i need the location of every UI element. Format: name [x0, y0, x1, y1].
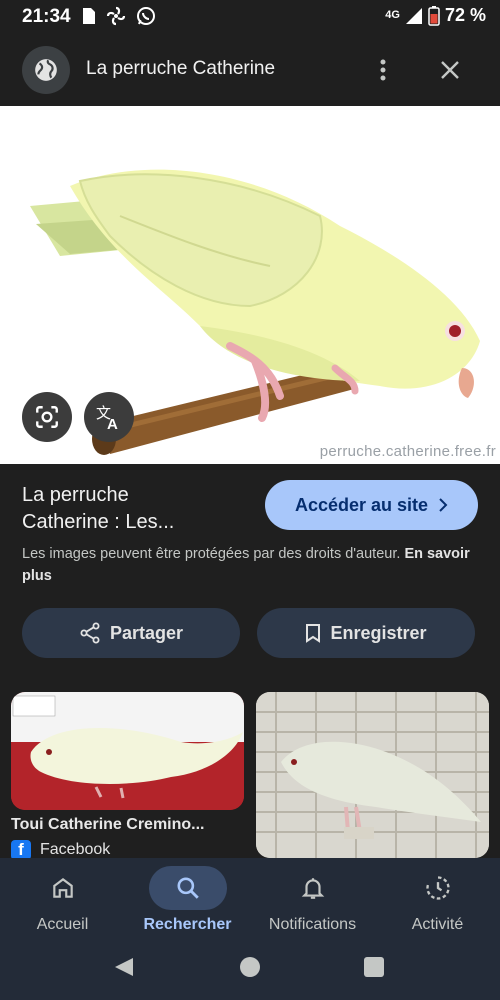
related-image-1[interactable] — [11, 692, 244, 810]
translate-icon: 文A — [96, 405, 118, 431]
related-image-2[interactable] — [256, 692, 489, 858]
battery-icon — [428, 5, 440, 26]
system-navigation — [0, 940, 500, 1000]
nav-home-icon-container — [24, 866, 102, 910]
nav-search-label: Rechercher — [143, 916, 232, 933]
visit-site-label: Accéder au site — [294, 494, 429, 515]
related-source-label: Facebook — [40, 841, 111, 858]
copyright-notice: Les images peuvent être protégées par de… — [22, 543, 482, 587]
site-info-button[interactable] — [22, 46, 70, 94]
status-right: 4G 72 % — [385, 5, 486, 26]
save-label: Enregistrer — [330, 622, 427, 643]
related-title-1[interactable]: Toui Catherine Cremino... — [11, 816, 241, 834]
battery-level: 72 % — [444, 5, 486, 25]
result-image[interactable]: 文A perruche.catherine.free.fr — [0, 106, 500, 464]
notification-icons — [82, 6, 156, 26]
nav-notifications-icon-container — [274, 866, 352, 910]
globe-icon — [35, 59, 57, 81]
parakeet-image — [30, 169, 480, 455]
bell-icon — [301, 878, 324, 899]
bottom-navigation: Accueil Rechercher Notifications Activit… — [0, 858, 500, 940]
related-parakeet-image-2 — [256, 692, 489, 858]
close-icon — [441, 61, 459, 79]
network-type: 4G — [385, 9, 400, 21]
more-vert-icon — [380, 59, 386, 81]
result-title[interactable]: La perruche Catherine : Les... — [22, 482, 242, 536]
nav-search[interactable]: Rechercher — [125, 858, 250, 940]
home-circle-icon[interactable] — [240, 957, 260, 977]
app-bar: La perruche Catherine — [0, 34, 500, 106]
facebook-icon: f — [11, 840, 31, 860]
image-watermark: perruche.catherine.free.fr — [319, 443, 496, 460]
chevron-right-icon — [439, 498, 448, 512]
nav-notifications-label: Notifications — [268, 916, 357, 933]
back-triangle-icon[interactable] — [113, 956, 135, 978]
nav-activity-label: Activité — [411, 916, 464, 933]
copyright-text: Les images peuvent être protégées par de… — [22, 546, 401, 562]
nav-activity-icon-container — [399, 866, 477, 910]
nav-home[interactable]: Accueil — [0, 858, 125, 940]
related-parakeet-image-1 — [11, 692, 244, 810]
nav-search-icon-container — [148, 866, 227, 910]
fan-icon — [106, 6, 126, 26]
signal-icon — [405, 7, 422, 24]
nav-activity[interactable]: Activité — [375, 858, 500, 940]
svg-text:A: A — [107, 416, 118, 431]
search-icon — [176, 877, 199, 899]
nav-notifications[interactable]: Notifications — [250, 858, 375, 940]
bookmark-icon — [306, 624, 321, 643]
more-options-button[interactable] — [370, 54, 396, 86]
document-icon — [83, 8, 95, 24]
related-source-1[interactable]: f Facebook — [11, 840, 110, 860]
lens-button[interactable] — [22, 392, 72, 442]
whatsapp-icon — [137, 7, 155, 25]
recents-square-icon[interactable] — [364, 957, 384, 977]
nav-home-label: Accueil — [36, 916, 89, 933]
visit-site-button[interactable]: Accéder au site — [265, 480, 478, 530]
page-title: La perruche Catherine — [86, 58, 276, 79]
share-label: Partager — [109, 622, 184, 643]
home-icon — [52, 877, 73, 898]
lens-icon — [36, 406, 58, 428]
status-time: 21:34 — [22, 6, 71, 27]
close-button[interactable] — [434, 54, 466, 86]
translate-button[interactable]: 文A — [84, 392, 134, 442]
share-icon — [80, 622, 100, 644]
share-button[interactable]: Partager — [22, 608, 240, 658]
save-button[interactable]: Enregistrer — [257, 608, 475, 658]
result-title-line2: Catherine : Les... — [22, 511, 175, 533]
status-bar: 21:34 4G 72 % — [0, 0, 500, 34]
result-title-line1: La perruche — [22, 484, 129, 506]
history-icon — [425, 876, 450, 900]
